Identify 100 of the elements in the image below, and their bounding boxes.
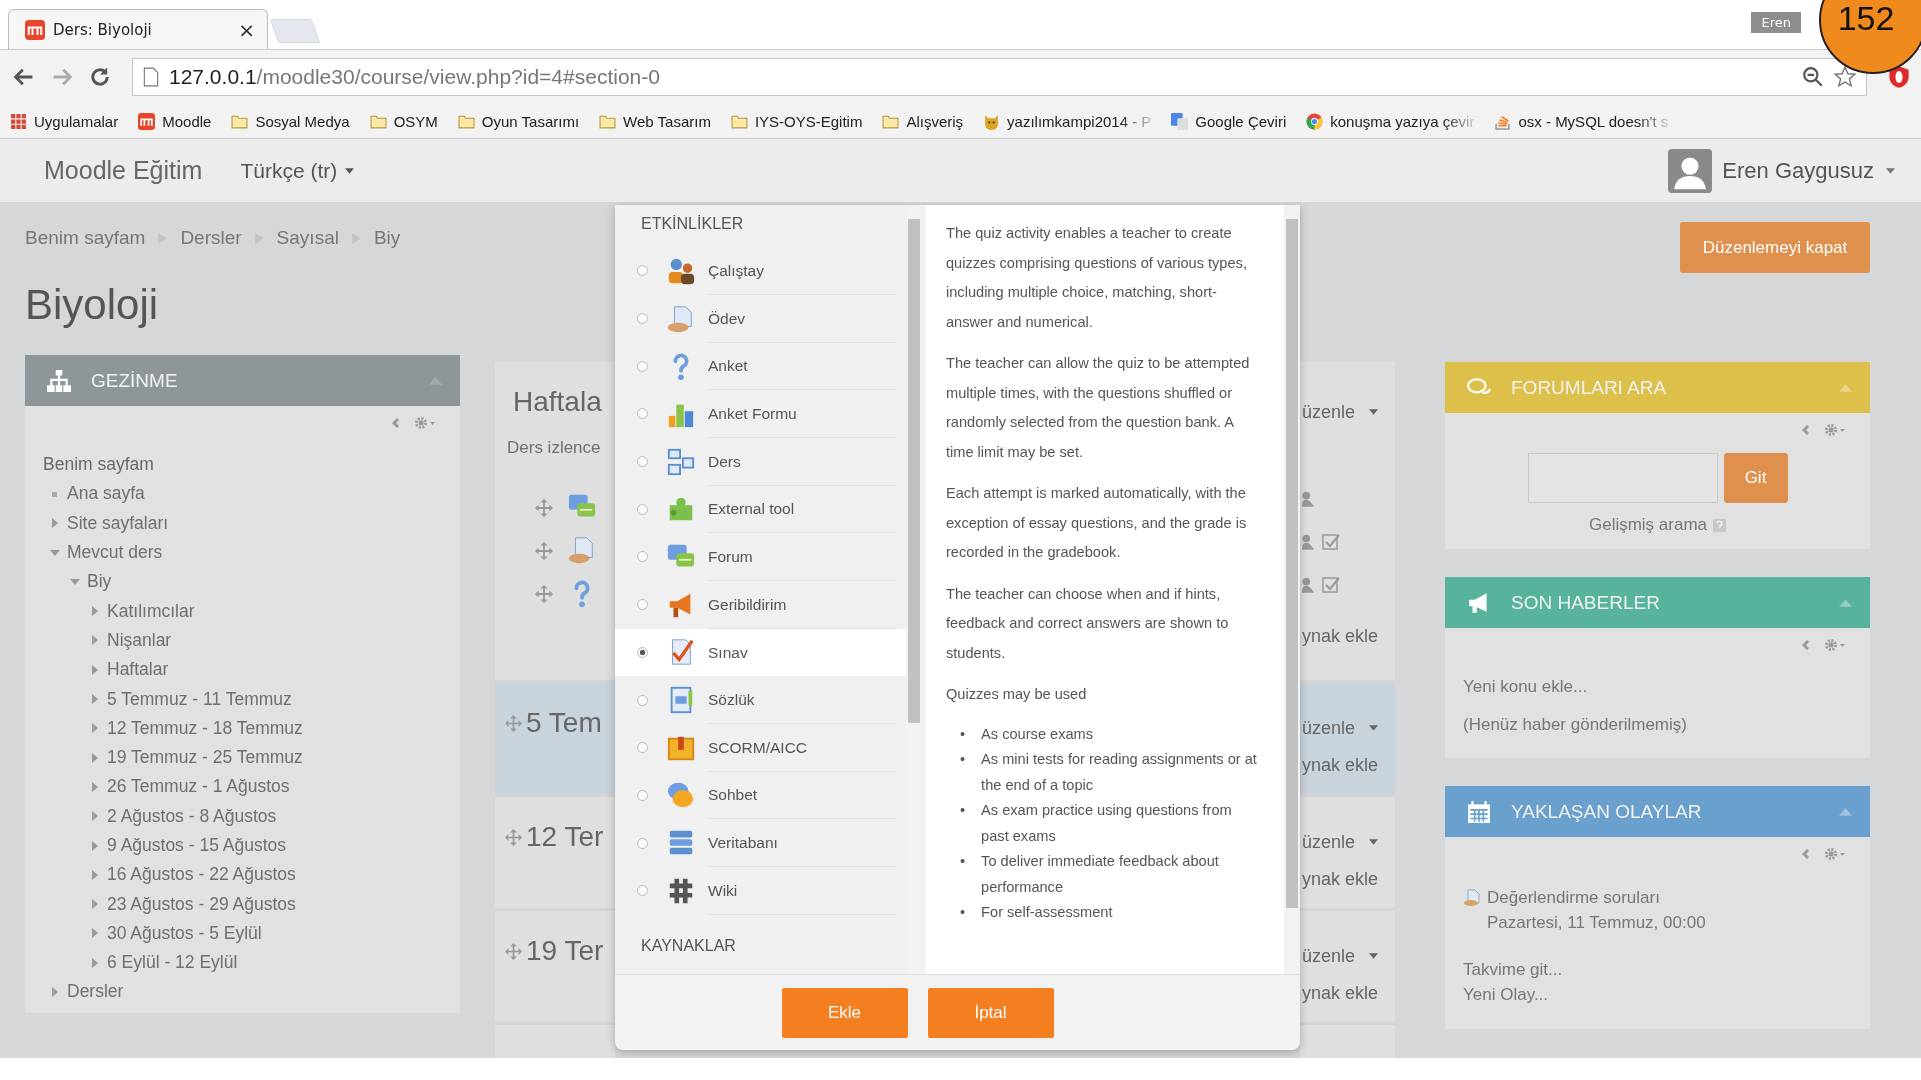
user-avatar-icon[interactable]	[1668, 148, 1713, 193]
add-activity-link[interactable]: ynak ekle	[1302, 869, 1395, 890]
bookmark[interactable]: konuşma yazıya çevir	[1306, 112, 1475, 130]
completion-checkbox[interactable]	[1322, 575, 1340, 594]
dialog-button[interactable]: Ekle	[781, 987, 908, 1038]
tree-item[interactable]: Nişanlar	[107, 629, 172, 651]
person-icon[interactable]	[1302, 489, 1314, 508]
radio-button[interactable]	[637, 694, 648, 706]
star-icon[interactable]	[1834, 66, 1856, 88]
radio-button[interactable]	[637, 360, 648, 372]
radio-button[interactable]	[637, 551, 648, 563]
radio-button[interactable]	[637, 503, 648, 515]
person-icon[interactable]	[1302, 575, 1314, 594]
tab-close-button[interactable]: ×	[238, 17, 255, 42]
edit-menu[interactable]: üzenle	[1302, 931, 1395, 981]
profile-button[interactable]: Eren	[1751, 12, 1801, 33]
edit-menu[interactable]: üzenle	[1302, 817, 1395, 867]
radio-button[interactable]	[637, 313, 648, 325]
zoom-icon[interactable]	[1802, 66, 1824, 88]
edit-mode-button[interactable]: Düzenlemeyi kapat	[1680, 222, 1870, 273]
bookmark[interactable]: Google Çeviri	[1171, 112, 1287, 130]
settings-icon[interactable]	[1824, 847, 1846, 861]
radio-button[interactable]	[637, 456, 648, 468]
edit-menu[interactable]: üzenle	[1302, 703, 1395, 753]
search-field[interactable]	[1527, 453, 1718, 503]
activity-option[interactable]: Sözlük	[615, 676, 896, 724]
tree-item[interactable]: 30 Ağustos - 5 Eylül	[107, 922, 262, 944]
bookmark[interactable]: OSYM	[369, 112, 438, 130]
activity-option[interactable]: Anket Formu	[615, 390, 896, 438]
radio-button[interactable]	[637, 646, 648, 658]
bookmark[interactable]: Uygulamalar	[10, 112, 119, 130]
activity-option[interactable]: SCORM/AICC	[615, 723, 896, 772]
radio-button[interactable]	[637, 789, 648, 801]
event-link[interactable]: Değerlendirme soruları	[1487, 885, 1706, 910]
bookmark[interactable]: Moodle	[138, 112, 212, 130]
tree-item[interactable]: Dersler	[67, 981, 124, 1003]
collapse-icon[interactable]	[1839, 383, 1852, 392]
bookmark[interactable]: osx - MySQL doesn't s	[1494, 112, 1669, 130]
add-activity-link[interactable]: ynak ekle	[1302, 755, 1395, 776]
tree-item[interactable]: 12 Temmuz - 18 Temmuz	[107, 717, 303, 739]
calendar-link[interactable]: Takvime git...	[1463, 957, 1850, 982]
settings-icon[interactable]	[1824, 423, 1846, 437]
tree-item[interactable]: 9 Ağustos - 15 Ağustos	[107, 835, 286, 856]
add-activity-link[interactable]: ynak ekle	[1302, 983, 1395, 1004]
breadcrumb-link[interactable]: Sayısal	[276, 227, 339, 249]
tree-item[interactable]: Site sayfaları	[67, 512, 169, 534]
settings-icon[interactable]	[414, 416, 436, 430]
advanced-search-link[interactable]: Gelişmiş arama	[1588, 515, 1708, 535]
radio-button[interactable]	[637, 599, 648, 611]
activity-option[interactable]: Sohbet	[615, 771, 896, 820]
site-name[interactable]: Moodle Eğitim	[44, 156, 203, 185]
tree-item[interactable]: 23 Ağustos - 29 Ağustos	[107, 893, 296, 915]
bookmark[interactable]: Sosyal Medya	[231, 112, 350, 130]
tree-item[interactable]: Ana sayfa	[67, 483, 145, 505]
tree-item[interactable]: 2 Ağustos - 8 Ağustos	[107, 805, 277, 827]
activity-option[interactable]: Anket	[615, 342, 896, 391]
breadcrumb-link[interactable]: Benim sayfam	[25, 227, 146, 249]
activity-option[interactable]: Geribildirim	[615, 580, 896, 629]
activity-option[interactable]: Wiki	[615, 866, 896, 915]
completion-checkbox[interactable]	[1322, 532, 1340, 551]
bookmark[interactable]: Alışveriş	[882, 112, 964, 130]
language-menu[interactable]: Türkçe (tr)	[240, 158, 355, 183]
activity-option[interactable]: Çalıştay	[615, 247, 896, 295]
dialog-button[interactable]: İptal	[927, 987, 1054, 1038]
tree-item[interactable]: 6 Eylül - 12 Eylül	[107, 952, 238, 974]
new-tab-button[interactable]	[269, 19, 321, 43]
add-activity-link[interactable]: ynak ekle	[1302, 626, 1395, 647]
activity-option[interactable]: Ödev	[615, 294, 896, 343]
breadcrumb-link[interactable]: Biy	[373, 227, 401, 249]
tree-item[interactable]: Katılımcılar	[107, 600, 195, 622]
breadcrumb-link[interactable]: Dersler	[180, 227, 242, 249]
bookmark[interactable]: Oyun Tasarımı	[457, 112, 580, 130]
browser-tab[interactable]: Ders: Biyoloji ×	[8, 9, 268, 49]
scrollbar[interactable]	[1284, 205, 1300, 974]
calendar-link[interactable]: Yeni Olay...	[1463, 982, 1850, 1007]
go-button[interactable]: Git	[1723, 453, 1788, 503]
collapse-icon[interactable]	[1839, 598, 1852, 607]
tree-item[interactable]: Haftalar	[107, 659, 169, 681]
activity-option[interactable]: Veritabanı	[615, 819, 896, 867]
bookmark[interactable]: IYS-OYS-Egitim	[730, 112, 863, 130]
tree-item[interactable]: 5 Temmuz - 11 Temmuz	[107, 688, 292, 710]
tree-item[interactable]: Biy	[87, 571, 112, 593]
radio-button[interactable]	[637, 408, 648, 420]
activity-option[interactable]: Ders	[615, 437, 896, 486]
tree-item[interactable]: 26 Temmuz - 1 Ağustos	[107, 776, 290, 798]
collapse-icon[interactable]	[1839, 807, 1852, 816]
settings-icon[interactable]	[1824, 638, 1846, 652]
tree-item[interactable]: Benim sayfam	[43, 454, 154, 476]
tree-item[interactable]: 16 Ağustos - 22 Ağustos	[107, 864, 296, 886]
address-field[interactable]: 127.0.0.1/moodle30/course/view.php?id=4#section-0	[132, 58, 1867, 96]
activity-option[interactable]: Sınav	[615, 628, 906, 677]
reload-icon[interactable]	[88, 65, 112, 89]
bookmark[interactable]: Web Tasarım	[599, 112, 711, 130]
radio-button[interactable]	[637, 837, 648, 849]
radio-button[interactable]	[637, 885, 648, 897]
extension-icon[interactable]	[1887, 65, 1911, 89]
person-icon[interactable]	[1302, 532, 1314, 551]
add-topic-link[interactable]: Yeni konu ekle...	[1463, 668, 1850, 706]
help-icon[interactable]	[1713, 518, 1727, 532]
radio-button[interactable]	[637, 742, 648, 754]
